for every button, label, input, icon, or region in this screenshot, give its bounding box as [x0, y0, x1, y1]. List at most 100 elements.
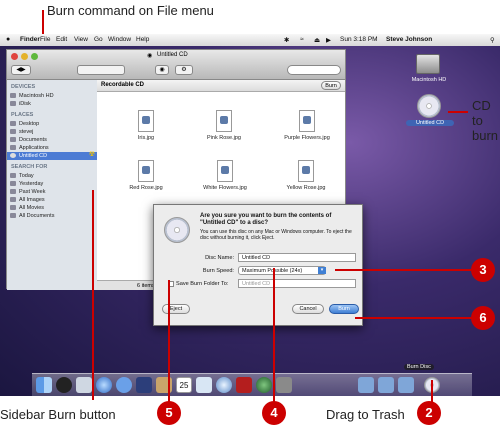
callout-number-5: 5: [157, 401, 181, 425]
sidebar-item-label: Past Week: [19, 189, 46, 195]
iphoto-icon[interactable]: [196, 377, 212, 393]
sidebar-item-label: All Movies: [19, 205, 45, 211]
callout-line-4: [273, 268, 275, 402]
applications-icon: [10, 145, 16, 150]
volume-icon[interactable]: ▶: [326, 36, 331, 44]
burn-disc-label: Burn Disc: [404, 364, 434, 370]
sidebar-item-all-images[interactable]: All Images: [7, 196, 97, 204]
time-machine-icon[interactable]: [256, 377, 272, 393]
file-label: White Flowers.jpg: [203, 185, 247, 191]
dashboard-icon[interactable]: [56, 377, 72, 393]
file-white-flowers[interactable]: White Flowers.jpg: [197, 160, 253, 191]
callout-cd-line-2: to: [472, 113, 483, 128]
eject-icon[interactable]: ⏏: [314, 36, 320, 44]
sidebar-item-documents[interactable]: Documents: [7, 136, 97, 144]
back-forward-icon[interactable]: ◀▶: [11, 65, 31, 75]
finder-icon[interactable]: [36, 377, 52, 393]
sidebar-item-stevej[interactable]: stevej: [7, 128, 97, 136]
view-buttons-icon[interactable]: [77, 65, 125, 75]
cancel-button[interactable]: Cancel: [292, 304, 324, 314]
ical-icon[interactable]: 25: [176, 377, 192, 393]
desktop-hd-icon[interactable]: [416, 54, 440, 74]
sidebar-burn-icon[interactable]: ☢: [89, 151, 95, 158]
eject-button[interactable]: Eject: [162, 304, 190, 314]
sidebar-devices-heading: DEVICES: [11, 84, 36, 90]
cd-icon: [164, 217, 190, 243]
documents-folder-icon[interactable]: [378, 377, 394, 393]
menu-user[interactable]: Steve Johnson: [386, 36, 432, 43]
content-burn-button[interactable]: Burn: [321, 81, 341, 90]
apple-icon[interactable]: ●: [6, 36, 10, 43]
smart-folder-icon: [10, 213, 16, 218]
file-purple-flowers[interactable]: Purple Flowers.jpg: [277, 110, 337, 141]
sidebar-item-macintosh-hd[interactable]: Macintosh HD: [7, 92, 97, 100]
zoom-icon[interactable]: [31, 53, 38, 60]
sidebar-item-past-week[interactable]: Past Week: [7, 188, 97, 196]
menu-window[interactable]: Window: [108, 36, 131, 43]
itunes-icon[interactable]: [216, 377, 232, 393]
ichat-icon[interactable]: [116, 377, 132, 393]
disc-name-field[interactable]: Untitled CD: [238, 253, 356, 262]
quicklook-icon[interactable]: ◉: [155, 65, 169, 75]
menu-view[interactable]: View: [74, 36, 88, 43]
file-label: Pink Rose.jpg: [207, 135, 241, 141]
action-gear-icon[interactable]: ⚙: [175, 65, 193, 75]
wifi-icon[interactable]: ≈: [300, 36, 304, 43]
finder-title: Untitled CD: [157, 52, 188, 58]
menu-go[interactable]: Go: [94, 36, 103, 43]
callout-burn-command: Burn command on File menu: [47, 3, 214, 18]
idisk-icon: [10, 101, 16, 106]
menu-finder[interactable]: Finder: [20, 36, 40, 43]
callout-line-6: [355, 317, 471, 319]
cd-icon: [10, 153, 16, 158]
file-label: Red Rose.jpg: [129, 185, 163, 191]
menu-file[interactable]: File: [40, 36, 50, 43]
callout-line-3: [335, 269, 471, 271]
menu-edit[interactable]: Edit: [56, 36, 67, 43]
dock: 25: [32, 373, 472, 396]
menu-clock[interactable]: Sun 3:18 PM: [340, 36, 378, 43]
search-field[interactable]: [287, 65, 341, 75]
bluetooth-icon[interactable]: ✱: [284, 36, 289, 44]
sidebar-item-all-documents[interactable]: All Documents: [7, 212, 97, 220]
burn-speed-select[interactable]: Maximum Possible (24x): [238, 266, 326, 275]
sidebar-item-label: iDisk: [19, 101, 31, 107]
jpeg-file-icon: [216, 110, 232, 132]
applications-folder-icon[interactable]: [358, 377, 374, 393]
mail-icon[interactable]: [76, 377, 92, 393]
safari-icon[interactable]: [96, 377, 112, 393]
close-icon[interactable]: [11, 53, 18, 60]
desktop-hd-label: Macintosh HD: [411, 77, 447, 83]
imovie-icon[interactable]: [236, 377, 252, 393]
sidebar-item-applications[interactable]: Applications: [7, 144, 97, 152]
minimize-icon[interactable]: [21, 53, 28, 60]
clock-icon: [10, 181, 16, 186]
menu-help[interactable]: Help: [136, 36, 149, 43]
sidebar-item-yesterday[interactable]: Yesterday: [7, 180, 97, 188]
desktop-cd-icon[interactable]: [417, 94, 441, 118]
desktop-cd-label: Untitled CD: [406, 120, 454, 126]
burn-button[interactable]: Burn: [329, 304, 359, 314]
sidebar-item-desktop[interactable]: Desktop: [7, 120, 97, 128]
sidebar-item-today[interactable]: Today: [7, 172, 97, 180]
file-pink-rose[interactable]: Pink Rose.jpg: [201, 110, 247, 141]
downloads-folder-icon[interactable]: [398, 377, 414, 393]
save-burn-folder-field[interactable]: Untitled CD: [238, 279, 356, 288]
sidebar-item-label: stevej: [19, 129, 34, 135]
system-preferences-icon[interactable]: [276, 377, 292, 393]
callout-cd-to-burn: CD to burn: [472, 98, 498, 143]
spotlight-icon[interactable]: ⚲: [490, 36, 495, 44]
callout-cd-line-3: burn: [472, 128, 499, 143]
sidebar-item-idisk[interactable]: iDisk: [7, 100, 97, 108]
file-iris[interactable]: Iris.jpg: [123, 110, 169, 141]
sidebar-item-label: Macintosh HD: [19, 93, 54, 99]
menu-bar: ● Finder File Edit View Go Window Help ✱…: [0, 34, 500, 46]
jpeg-file-icon: [138, 110, 154, 132]
sidebar-item-all-movies[interactable]: All Movies: [7, 204, 97, 212]
file-label: Iris.jpg: [137, 135, 155, 141]
save-burn-folder-label: Save Burn Folder To:: [176, 281, 229, 287]
file-red-rose[interactable]: Red Rose.jpg: [123, 160, 169, 191]
file-yellow-rose[interactable]: Yellow Rose.jpg: [283, 160, 329, 191]
sidebar-item-untitled-cd[interactable]: Untitled CD ☢: [7, 151, 97, 160]
facetime-icon[interactable]: [136, 377, 152, 393]
